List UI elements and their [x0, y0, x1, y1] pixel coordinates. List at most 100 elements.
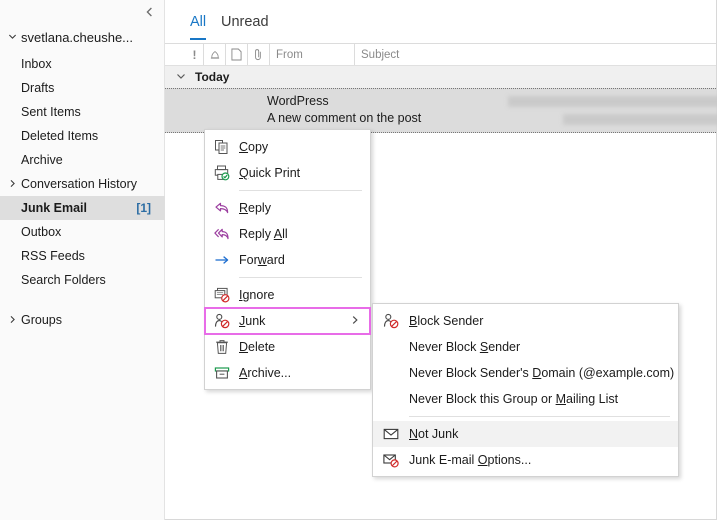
- sidebar-item-label: Deleted Items: [21, 129, 98, 143]
- sidebar-item-archive[interactable]: Archive: [0, 148, 165, 172]
- reply-all-icon: [205, 226, 239, 242]
- filter-tabs: All Unread: [165, 0, 716, 44]
- chevron-down-icon: [8, 32, 21, 43]
- icon-column[interactable]: [226, 44, 248, 65]
- from-column-label: From: [276, 49, 303, 61]
- menu-item-quick-print[interactable]: Quick Print: [205, 160, 370, 186]
- menu-separator: [239, 277, 362, 278]
- reply-icon: [205, 200, 239, 216]
- menu-item-label: Junk: [239, 314, 350, 328]
- sidebar-item-label: Sent Items: [21, 105, 81, 119]
- chevron-right-icon: [8, 179, 21, 190]
- menu-item-reply-all[interactable]: Reply All: [205, 221, 370, 247]
- sidebar-item-label: Junk Email: [21, 201, 87, 215]
- menu-item-not-junk[interactable]: Not Junk: [373, 421, 678, 447]
- from-column[interactable]: From: [270, 44, 355, 65]
- redacted-subject-text: [508, 96, 717, 107]
- menu-item-label: Quick Print: [239, 166, 370, 180]
- paperclip-icon: [253, 48, 264, 61]
- archive-icon: [205, 365, 239, 381]
- subject-column-label: Subject: [361, 49, 399, 61]
- menu-item-block-sender[interactable]: Block Sender: [373, 308, 678, 334]
- sidebar-item-inbox[interactable]: Inbox: [0, 52, 165, 76]
- sidebar-item-label: Conversation History: [21, 177, 137, 191]
- copy-icon: [205, 139, 239, 155]
- chevron-down-icon: [176, 71, 186, 84]
- menu-item-label: Never Block Sender's Domain (@example.co…: [409, 366, 678, 380]
- delete-icon: [205, 339, 239, 355]
- tab-unread[interactable]: Unread: [221, 14, 269, 38]
- sidebar-item-deleted-items[interactable]: Deleted Items: [0, 124, 165, 148]
- menu-item-label: Delete: [239, 340, 370, 354]
- sidebar-item-junk-email[interactable]: Junk Email [1]: [0, 196, 165, 220]
- menu-item-label: Reply All: [239, 227, 370, 241]
- sidebar-item-label: Inbox: [21, 57, 52, 71]
- forward-icon: [205, 252, 239, 268]
- menu-item-never-block-sender[interactable]: Never Block Sender: [373, 334, 678, 360]
- chevron-right-icon: [8, 315, 21, 326]
- exclamation-icon: !: [193, 48, 197, 62]
- unread-count-badge: [1]: [136, 201, 151, 215]
- sidebar-item-search-folders[interactable]: Search Folders: [0, 268, 165, 292]
- sidebar-item-label: Search Folders: [21, 273, 106, 287]
- bell-icon: [209, 49, 221, 61]
- ignore-icon: [205, 287, 239, 303]
- sidebar-item-label: Archive: [21, 153, 63, 167]
- menu-item-label: Never Block Sender: [409, 340, 678, 354]
- menu-item-label: Block Sender: [409, 314, 678, 328]
- junk-submenu: Block Sender Never Block Sender Never Bloc…: [372, 303, 679, 477]
- menu-item-label: Never Block this Group or Mailing List: [409, 392, 678, 406]
- envelope-icon: [373, 426, 409, 442]
- chevron-right-icon: [350, 315, 360, 328]
- subject-column[interactable]: Subject: [355, 44, 605, 65]
- menu-item-never-block-this-group-or-mailing-list[interactable]: Never Block this Group or Mailing List: [373, 386, 678, 412]
- menu-item-label: Not Junk: [409, 427, 678, 441]
- menu-item-delete[interactable]: Delete: [205, 334, 370, 360]
- menu-item-junk-e-mail-options[interactable]: Junk E-mail Options...: [373, 447, 678, 473]
- menu-item-forward[interactable]: Forward: [205, 247, 370, 273]
- sidebar-item-conversation-history[interactable]: Conversation History: [0, 172, 165, 196]
- menu-item-label: Junk E-mail Options...: [409, 453, 678, 467]
- menu-item-label: Forward: [239, 253, 370, 267]
- group-header-today[interactable]: Today: [165, 66, 716, 88]
- importance-column[interactable]: !: [186, 44, 204, 65]
- menu-item-archive[interactable]: Archive...: [205, 360, 370, 386]
- sidebar-item-rss-feeds[interactable]: RSS Feeds: [0, 244, 165, 268]
- block-sender-icon: [373, 313, 409, 329]
- sidebar-item-label: Groups: [21, 313, 62, 327]
- menu-item-ignore[interactable]: Ignore: [205, 282, 370, 308]
- sidebar-item-outbox[interactable]: Outbox: [0, 220, 165, 244]
- page-icon: [231, 48, 242, 61]
- sidebar-item-label: RSS Feeds: [21, 249, 85, 263]
- quick-print-icon: [205, 165, 239, 181]
- message-list-item[interactable]: WordPress A new comment on the post: [165, 88, 716, 133]
- message-subject: A new comment on the post: [267, 111, 421, 125]
- junk-icon: [205, 313, 239, 329]
- sidebar-item-label: Outbox: [21, 225, 61, 239]
- menu-item-junk[interactable]: Junk: [205, 308, 370, 334]
- menu-item-label: Reply: [239, 201, 370, 215]
- outlook-window: svetlana.cheushe... Inbox Drafts Sent Item…: [0, 0, 717, 520]
- menu-item-label: Archive...: [239, 366, 370, 380]
- sidebar-item-drafts[interactable]: Drafts: [0, 76, 165, 100]
- folder-sidebar: svetlana.cheushe... Inbox Drafts Sent Item…: [0, 0, 165, 520]
- junk-options-icon: [373, 452, 409, 468]
- menu-separator: [239, 190, 362, 191]
- redacted-preview-text: [563, 114, 717, 125]
- account-node[interactable]: svetlana.cheushe...: [0, 25, 165, 49]
- menu-item-reply[interactable]: Reply: [205, 195, 370, 221]
- menu-item-never-block-sender-s-domain-example-com[interactable]: Never Block Sender's Domain (@example.co…: [373, 360, 678, 386]
- sidebar-item-sent-items[interactable]: Sent Items: [0, 100, 165, 124]
- account-name: svetlana.cheushe...: [21, 30, 133, 45]
- reminder-column[interactable]: [204, 44, 226, 65]
- menu-item-copy[interactable]: Copy: [205, 134, 370, 160]
- group-header-label: Today: [195, 70, 229, 84]
- tab-all[interactable]: All: [190, 14, 206, 40]
- attachment-column[interactable]: [248, 44, 270, 65]
- collapse-sidebar-icon[interactable]: [140, 3, 158, 21]
- sidebar-item-groups[interactable]: Groups: [0, 308, 165, 332]
- menu-item-label: Copy: [239, 140, 370, 154]
- message-sender: WordPress: [267, 94, 329, 108]
- menu-separator: [409, 416, 670, 417]
- context-menu: Copy Quick Print Reply Reply All Forward: [204, 129, 371, 390]
